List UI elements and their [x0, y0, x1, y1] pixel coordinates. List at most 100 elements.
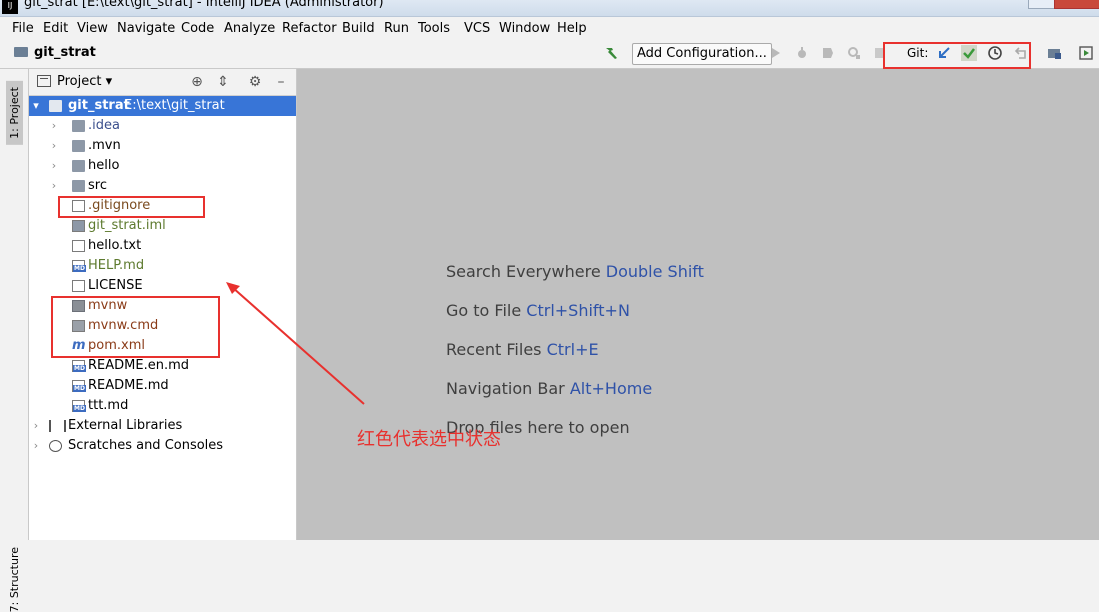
git-commit-icon[interactable]	[961, 45, 977, 61]
locate-file-icon[interactable]: ⊕	[189, 74, 205, 90]
run-anything-icon[interactable]	[1078, 45, 1094, 61]
menu-window[interactable]: Window	[499, 21, 550, 36]
git-history-icon[interactable]	[987, 45, 1003, 61]
hint-search-everywhere: Search Everywhere Double Shift	[446, 262, 704, 281]
menu-help[interactable]: Help	[557, 21, 587, 36]
breadcrumb-project[interactable]: git_strat	[14, 45, 96, 60]
navigation-toolbar: git_strat Add Configuration... Git:	[0, 41, 1099, 69]
project-folder-icon	[14, 47, 28, 57]
text-file-icon	[72, 240, 85, 252]
hint-text: Navigation Bar	[446, 379, 565, 398]
menu-build[interactable]: Build	[342, 21, 375, 36]
tree-item-readme-en-md[interactable]: MD README.en.md	[29, 356, 296, 376]
tree-external-libraries[interactable]: › External Libraries	[29, 416, 296, 436]
menu-refactor[interactable]: Refactor	[282, 21, 337, 36]
menu-edit[interactable]: Edit	[43, 21, 68, 36]
chevron-down-icon: ▾	[105, 74, 113, 89]
tree-item-label: README.en.md	[88, 358, 189, 373]
menu-navigate[interactable]: Navigate	[117, 21, 175, 36]
gitignore-highlight	[58, 196, 205, 218]
hint-go-to-file: Go to File Ctrl+Shift+N	[446, 301, 630, 320]
hint-recent-files: Recent Files Ctrl+E	[446, 340, 599, 359]
menu-bar: File Edit View Navigate Code Analyze Ref…	[0, 17, 1099, 41]
maven-files-highlight	[51, 296, 220, 358]
menu-tools[interactable]: Tools	[418, 21, 450, 36]
git-rollback-icon[interactable]	[1013, 45, 1029, 61]
project-view-selector[interactable]: Project ▾	[57, 74, 112, 89]
tree-item-git-strat-iml[interactable]: git_strat.iml	[29, 216, 296, 236]
markdown-file-icon: MD	[72, 380, 86, 392]
coverage-icon[interactable]	[820, 45, 836, 61]
tree-item-license[interactable]: LICENSE	[29, 276, 296, 296]
scratches-label: Scratches and Consoles	[68, 438, 224, 453]
tree-item-label: README.md	[88, 378, 169, 393]
tree-item-label: git_strat.iml	[88, 218, 166, 233]
tree-item-label: ttt.md	[88, 398, 129, 413]
chevron-down-icon: ▾	[33, 99, 39, 112]
module-folder-icon	[49, 100, 62, 112]
chevron-right-icon: ›	[33, 419, 39, 432]
chevron-right-icon[interactable]: ›	[49, 116, 59, 136]
markdown-badge: MD	[73, 405, 86, 412]
tree-root-git-strat[interactable]: ▾ git_strat E:\text\git_strat	[29, 96, 296, 116]
project-tool-tab[interactable]: 1: Project	[6, 81, 23, 145]
folder-icon	[72, 160, 85, 172]
tree-item-ttt-md[interactable]: MD ttt.md	[29, 396, 296, 416]
chevron-right-icon: ›	[33, 439, 39, 452]
text-file-icon	[72, 280, 85, 292]
git-update-icon[interactable]	[936, 45, 952, 61]
hint-shortcut: Ctrl+E	[546, 340, 599, 359]
markdown-file-icon: MD	[72, 360, 86, 372]
tree-item-hello[interactable]: › hello	[29, 156, 296, 176]
chevron-right-icon[interactable]: ›	[49, 156, 59, 176]
profile-icon[interactable]	[846, 45, 862, 61]
build-hammer-icon[interactable]	[604, 45, 620, 61]
project-structure-icon[interactable]	[1046, 45, 1062, 61]
menu-vcs[interactable]: VCS	[464, 21, 490, 36]
menu-run[interactable]: Run	[384, 21, 409, 36]
tree-item-help-md[interactable]: MD HELP.md	[29, 256, 296, 276]
menu-view[interactable]: View	[77, 21, 108, 36]
hint-text: Go to File	[446, 301, 522, 320]
folder-icon	[72, 180, 85, 192]
hide-panel-icon[interactable]: –	[273, 74, 289, 90]
structure-tool-tab[interactable]: 7: Structure	[8, 547, 21, 612]
tree-root-label: git_strat	[68, 98, 130, 113]
tree-item-label: .mvn	[88, 138, 121, 153]
left-tool-strip: 1: Project 7: Structure	[0, 69, 29, 612]
external-libraries-label: External Libraries	[68, 418, 183, 433]
chevron-right-icon[interactable]: ›	[49, 136, 59, 156]
tree-item-label: LICENSE	[88, 278, 143, 293]
tree-item-idea[interactable]: › .idea	[29, 116, 296, 136]
tree-item-label: HELP.md	[88, 258, 145, 273]
tree-item-hello-txt[interactable]: hello.txt	[29, 236, 296, 256]
folder-icon	[72, 120, 85, 132]
editor-empty-area[interactable]: Search Everywhere Double Shift Go to Fil…	[297, 69, 1099, 540]
menu-analyze[interactable]: Analyze	[224, 21, 275, 36]
tree-item-label: hello.txt	[88, 238, 142, 253]
tree-scratches[interactable]: › Scratches and Consoles	[29, 436, 296, 456]
gear-icon[interactable]: ⚙	[247, 74, 263, 90]
tree-item-readme-md[interactable]: MD README.md	[29, 376, 296, 396]
chevron-right-icon[interactable]: ›	[49, 176, 59, 196]
menu-file[interactable]: File	[12, 21, 34, 36]
project-view-icon	[37, 75, 51, 87]
hint-text: Recent Files	[446, 340, 542, 359]
tree-root-path: E:\text\git_strat	[124, 98, 225, 113]
markdown-file-icon: MD	[72, 400, 86, 412]
close-window-button[interactable]	[1054, 0, 1099, 9]
menu-code[interactable]: Code	[181, 21, 214, 36]
annotation-text: 红色代表选中状态	[357, 429, 501, 450]
maximize-button[interactable]	[1028, 0, 1055, 9]
tree-item-src[interactable]: › src	[29, 176, 296, 196]
run-icon[interactable]	[768, 45, 784, 61]
window-titlebar: IJ git_strat [E:\text\git_strat] - Intel…	[0, 0, 1099, 17]
hint-shortcut: Double Shift	[605, 262, 704, 281]
add-configuration-button[interactable]: Add Configuration...	[632, 43, 772, 65]
hint-text: Search Everywhere	[446, 262, 601, 281]
tree-item-mvn[interactable]: › .mvn	[29, 136, 296, 156]
iml-file-icon	[72, 220, 85, 232]
debug-icon[interactable]	[794, 45, 810, 61]
project-panel-header: Project ▾ ⊕ ⇕ ⚙ –	[29, 69, 296, 96]
collapse-all-icon[interactable]: ⇕	[215, 74, 231, 90]
